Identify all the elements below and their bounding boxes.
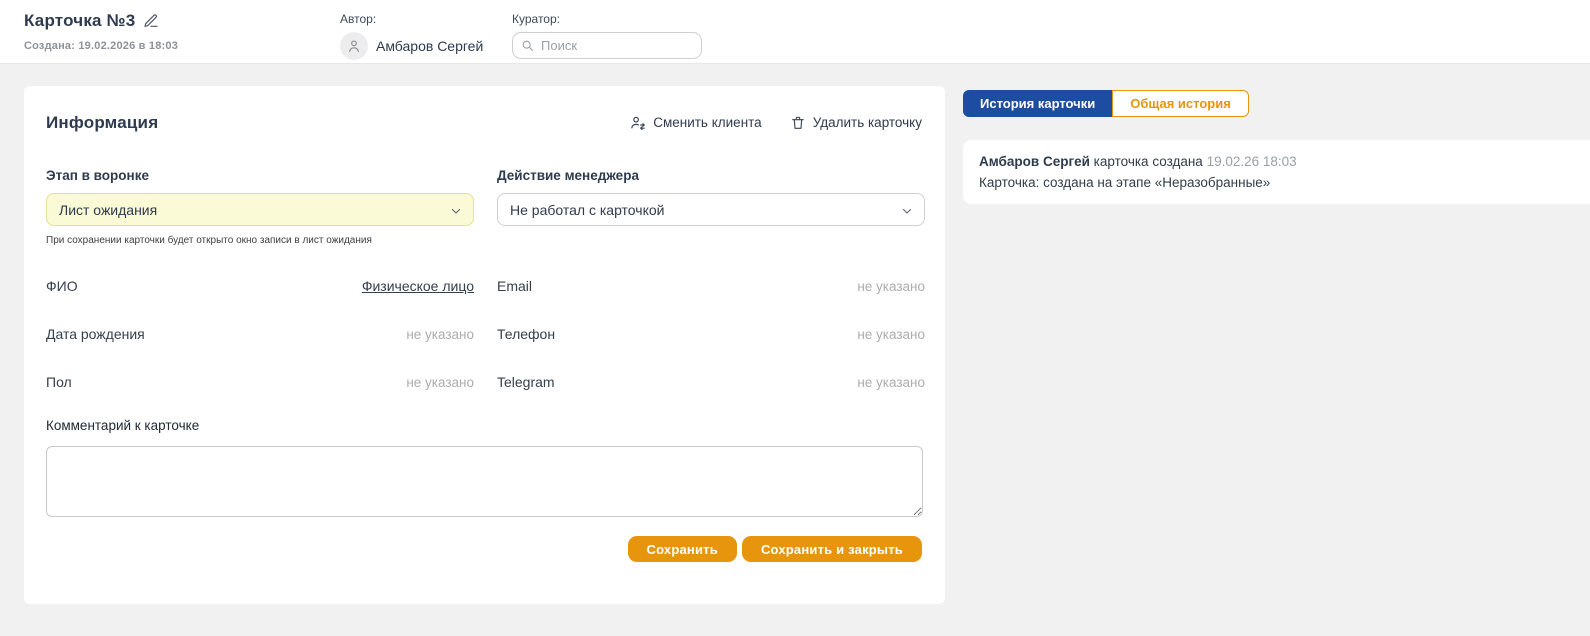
save-button[interactable]: Сохранить — [628, 536, 737, 562]
app-window: Карточка №3 Создана: 19.02.2026 в 18:03 … — [0, 0, 1590, 636]
email-label: Email — [497, 278, 532, 294]
funnel-stage-label: Этап в воронке — [46, 168, 149, 183]
page-title-text: Карточка №3 — [24, 11, 135, 31]
delete-card-label: Удалить карточку — [813, 115, 922, 130]
history-entry-time: 19.02.26 18:03 — [1207, 154, 1297, 169]
author-row: Амбаров Сергей — [340, 32, 483, 60]
chevron-down-icon — [450, 205, 462, 217]
change-client-icon — [629, 114, 646, 131]
card-actions: Сменить клиента Удалить карточку — [629, 114, 922, 131]
field-row-birthdate: Дата рождения не указано — [46, 326, 474, 342]
save-buttons-row: Сохранить Сохранить и закрыть — [628, 536, 922, 562]
history-entry-author: Амбаров Сергей — [979, 154, 1090, 169]
fio-label: ФИО — [46, 278, 78, 294]
edit-pencil-icon[interactable] — [143, 13, 159, 29]
funnel-stage-hint: При сохранении карточки будет открыто ок… — [46, 235, 372, 246]
comment-label: Комментарий к карточке — [46, 418, 199, 433]
telegram-label: Telegram — [497, 374, 555, 390]
trash-icon — [790, 115, 806, 131]
history-entry-detail: Карточка: создана на этапе «Неразобранны… — [979, 172, 1574, 193]
page-title: Карточка №3 — [24, 11, 178, 31]
person-icon — [346, 38, 362, 54]
tab-card-history[interactable]: История карточки — [963, 90, 1112, 117]
gender-value: не указано — [406, 375, 474, 390]
info-card-title: Информация — [46, 113, 158, 133]
funnel-stage-select[interactable]: Лист ожидания — [46, 193, 474, 226]
author-block: Автор: Амбаров Сергей — [340, 12, 483, 60]
curator-block: Куратор: — [512, 12, 702, 59]
delete-card-button[interactable]: Удалить карточку — [790, 114, 922, 131]
field-row-gender: Пол не указано — [46, 374, 474, 390]
search-icon — [521, 39, 534, 52]
history-entry-headline: Амбаров Сергей карточка создана 19.02.26… — [979, 151, 1574, 172]
field-row-phone: Телефон не указано — [497, 326, 925, 342]
author-avatar — [340, 32, 368, 60]
change-client-label: Сменить клиента — [653, 115, 761, 130]
author-label: Автор: — [340, 12, 483, 26]
birthdate-value: не указано — [406, 327, 474, 342]
individual-person-link[interactable]: Физическое лицо — [362, 278, 474, 294]
manager-action-value: Не работал с карточкой — [510, 202, 664, 218]
tab-general-history[interactable]: Общая история — [1112, 90, 1249, 117]
created-timestamp: Создана: 19.02.2026 в 18:03 — [24, 40, 178, 52]
comment-textarea[interactable] — [46, 446, 923, 517]
funnel-stage-value: Лист ожидания — [59, 202, 157, 218]
field-row-fio: ФИО Физическое лицо — [46, 278, 474, 294]
chevron-down-icon — [901, 205, 913, 217]
save-and-close-button[interactable]: Сохранить и закрыть — [742, 536, 922, 562]
author-name: Амбаров Сергей — [376, 38, 483, 54]
curator-search-wrap — [512, 32, 702, 59]
change-client-button[interactable]: Сменить клиента — [629, 114, 761, 131]
curator-search-input[interactable] — [512, 32, 702, 59]
history-entry-action: карточка создана — [1094, 154, 1203, 169]
field-row-telegram: Telegram не указано — [497, 374, 925, 390]
history-tabs: История карточки Общая история — [963, 90, 1249, 117]
phone-label: Телефон — [497, 326, 555, 342]
phone-value: не указано — [857, 327, 925, 342]
telegram-value: не указано — [857, 375, 925, 390]
email-value: не указано — [857, 279, 925, 294]
top-header-bar: Карточка №3 Создана: 19.02.2026 в 18:03 … — [0, 0, 1590, 64]
field-row-email: Email не указано — [497, 278, 925, 294]
curator-label: Куратор: — [512, 12, 702, 26]
manager-action-select[interactable]: Не работал с карточкой — [497, 193, 925, 226]
card-title-block: Карточка №3 Создана: 19.02.2026 в 18:03 — [24, 11, 178, 52]
birthdate-label: Дата рождения — [46, 326, 145, 342]
manager-action-label: Действие менеджера — [497, 168, 639, 183]
history-entry: Амбаров Сергей карточка создана 19.02.26… — [963, 140, 1590, 204]
info-card: Информация Сменить клиента Удалить карто… — [24, 86, 945, 604]
gender-label: Пол — [46, 374, 72, 390]
